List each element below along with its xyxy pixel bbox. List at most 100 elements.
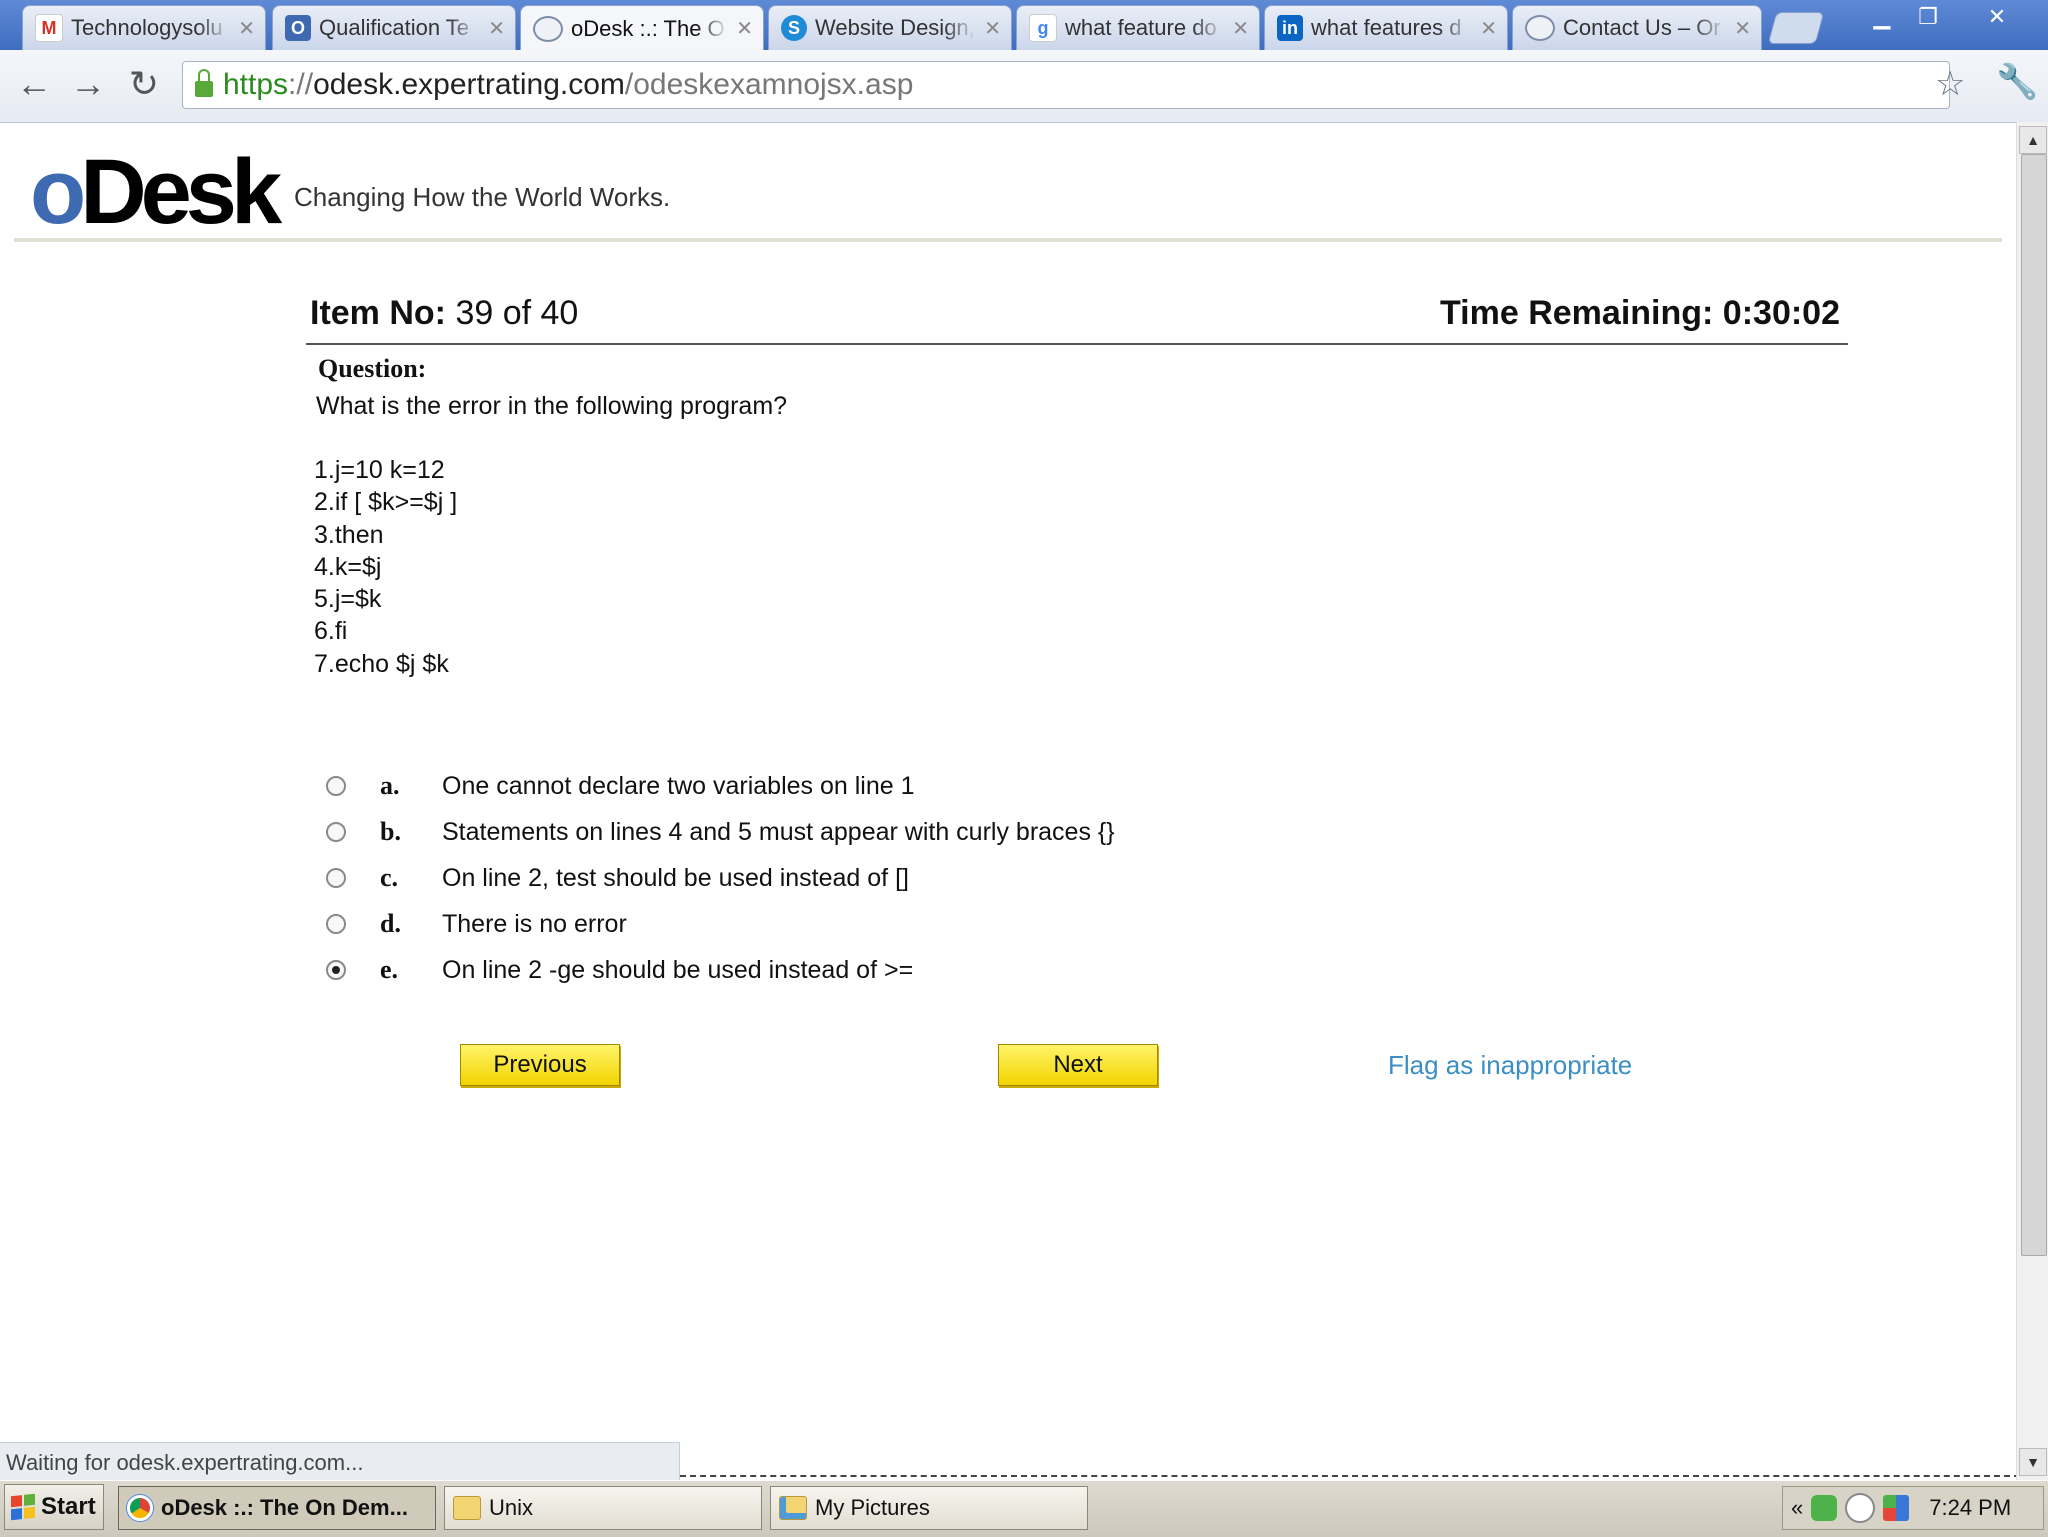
chat-bubble-icon[interactable]	[1845, 1493, 1876, 1523]
url-separator: ://	[288, 68, 314, 101]
answer-option-b[interactable]: b. Statements on lines 4 and 5 must appe…	[326, 812, 1115, 852]
close-tab-icon[interactable]: ✕	[488, 16, 505, 41]
option-text[interactable]: There is no error	[442, 910, 627, 939]
vertical-scrollbar[interactable]: ▲ ▼	[2016, 122, 2048, 1480]
question-label: Question:	[318, 354, 427, 383]
tab-title: Qualification Te	[319, 15, 470, 40]
address-bar[interactable]: https://odesk.expertrating.com/odeskexam…	[182, 61, 1950, 109]
time-remaining: Time Remaining: 0:30:02	[1440, 294, 1840, 333]
clock[interactable]: 7:24 PM	[1929, 1495, 2011, 1521]
status-divider	[680, 1475, 2020, 1477]
tab-title: Contact Us – Or	[1563, 15, 1721, 40]
taskbar-item-my-pictures[interactable]: My Pictures	[770, 1486, 1088, 1530]
chrome-icon	[127, 1495, 153, 1521]
gmail-icon: M	[35, 14, 63, 42]
tab-title: Website Design,	[815, 15, 975, 40]
security-shield-icon[interactable]	[1811, 1495, 1838, 1521]
answer-option-c[interactable]: c. On line 2, test should be used instea…	[326, 858, 909, 898]
taskbar-item-odesk[interactable]: oDesk :.: The On Dem...	[118, 1486, 436, 1530]
pictures-folder-icon	[779, 1496, 807, 1520]
task-label: My Pictures	[815, 1495, 930, 1520]
network-icon[interactable]	[1883, 1495, 1910, 1521]
logo-o: o	[30, 141, 86, 243]
radio-button-c[interactable]	[326, 868, 346, 888]
lock-icon	[195, 69, 213, 97]
tab-google-search[interactable]: g what feature do ✕	[1016, 5, 1260, 50]
option-letter: d.	[380, 909, 401, 938]
system-tray: « 7:24 PM	[1782, 1486, 2044, 1530]
tab-gmail[interactable]: M Technologysolu ✕	[22, 5, 266, 50]
restore-icon[interactable]: ❐	[1908, 2, 1948, 32]
item-number: Item No: 39 of 40	[310, 294, 578, 333]
code-line-1: 1.j=10 k=12	[314, 456, 445, 484]
header-divider	[14, 238, 2002, 242]
bookmark-star-icon[interactable]: ☆	[1935, 64, 1965, 104]
close-tab-icon[interactable]: ✕	[1232, 16, 1249, 41]
code-line-3: 3.then	[314, 520, 384, 549]
new-tab-button[interactable]	[1767, 12, 1825, 44]
code-line-2: 2.if [ $k>=$j ]	[314, 488, 458, 517]
close-tab-icon[interactable]: ✕	[1734, 16, 1751, 41]
close-window-icon[interactable]: ✕	[1974, 2, 2020, 32]
windows-logo-icon	[11, 1493, 35, 1521]
reload-icon[interactable]: ↻	[122, 62, 166, 106]
folder-icon	[453, 1496, 481, 1520]
tab-linkedin[interactable]: in what features d ✕	[1264, 5, 1508, 50]
globe-icon	[533, 15, 563, 42]
close-tab-icon[interactable]: ✕	[984, 16, 1001, 41]
code-line-4: 4.k=$j	[314, 552, 382, 581]
scroll-up-icon[interactable]: ▲	[2019, 126, 2047, 154]
answer-option-d[interactable]: d. There is no error	[326, 904, 627, 944]
code-line-6: 6.fi	[314, 617, 348, 646]
globe-icon	[1525, 15, 1555, 41]
close-tab-icon[interactable]: ✕	[1480, 16, 1497, 41]
task-label: Unix	[489, 1495, 534, 1520]
tab-website-design[interactable]: S Website Design, ✕	[768, 5, 1012, 50]
scroll-thumb[interactable]	[2021, 154, 2047, 1256]
radio-button-b[interactable]	[326, 822, 346, 842]
forward-icon[interactable]: →	[66, 62, 110, 106]
question-divider	[306, 343, 1848, 345]
answer-option-a[interactable]: a. One cannot declare two variables on l…	[326, 766, 915, 806]
back-icon[interactable]: ←	[12, 62, 56, 106]
next-button[interactable]: Next	[998, 1044, 1158, 1086]
option-text[interactable]: On line 2 -ge should be used instead of …	[442, 956, 913, 985]
tab-title: Technologysolu	[71, 15, 223, 40]
tab-contact-us[interactable]: Contact Us – Or ✕	[1512, 5, 1762, 50]
option-text[interactable]: One cannot declare two variables on line…	[442, 772, 915, 801]
scroll-down-icon[interactable]: ▼	[2019, 1448, 2047, 1476]
odesk-logo[interactable]: oDesk	[30, 146, 282, 238]
answer-option-e[interactable]: e. On line 2 -ge should be used instead …	[326, 950, 913, 990]
tab-odesk-active[interactable]: oDesk :.: The O ✕	[520, 5, 764, 51]
url-scheme: https	[223, 68, 289, 101]
tab-qualification[interactable]: O Qualification Te ✕	[272, 5, 516, 50]
option-letter: a.	[380, 771, 400, 800]
tray-expand-icon[interactable]: «	[1791, 1495, 1803, 1521]
tab-title: what feature do	[1065, 15, 1217, 40]
option-letter: c.	[380, 863, 399, 892]
task-label: oDesk :.: The On Dem...	[161, 1495, 408, 1520]
option-letter: b.	[380, 817, 401, 846]
item-number-label: Item No:	[310, 294, 446, 332]
option-text[interactable]: Statements on lines 4 and 5 must appear …	[442, 818, 1115, 847]
radio-button-d[interactable]	[326, 914, 346, 934]
site-tagline: Changing How the World Works.	[294, 182, 671, 212]
close-tab-icon[interactable]: ✕	[736, 16, 753, 41]
taskbar-item-unix[interactable]: Unix	[444, 1486, 762, 1530]
close-tab-icon[interactable]: ✕	[238, 16, 255, 41]
wrench-menu-icon[interactable]: 🔧	[1996, 62, 2038, 102]
radio-button-e[interactable]	[326, 960, 346, 980]
previous-button[interactable]: Previous	[460, 1044, 620, 1086]
code-line-5: 5.j=$k	[314, 585, 382, 614]
odesk-o-icon: O	[285, 15, 311, 41]
radio-button-a[interactable]	[326, 776, 346, 796]
start-button[interactable]: Start	[4, 1484, 104, 1530]
tab-title: oDesk :.: The O	[571, 15, 725, 41]
option-text[interactable]: On line 2, test should be used instead o…	[442, 864, 909, 893]
code-block: 1.j=10 k=12 2.if [ $k>=$j ] 3.then 4.k=$…	[314, 454, 457, 680]
tab-title: what features d	[1311, 15, 1462, 40]
minimize-icon[interactable]: ▁	[1862, 2, 1902, 32]
tab-strip: M Technologysolu ✕ O Qualification Te ✕ …	[0, 0, 2048, 51]
item-number-value: 39 of 40	[455, 294, 579, 332]
flag-inappropriate-link[interactable]: Flag as inappropriate	[1388, 1050, 1632, 1081]
